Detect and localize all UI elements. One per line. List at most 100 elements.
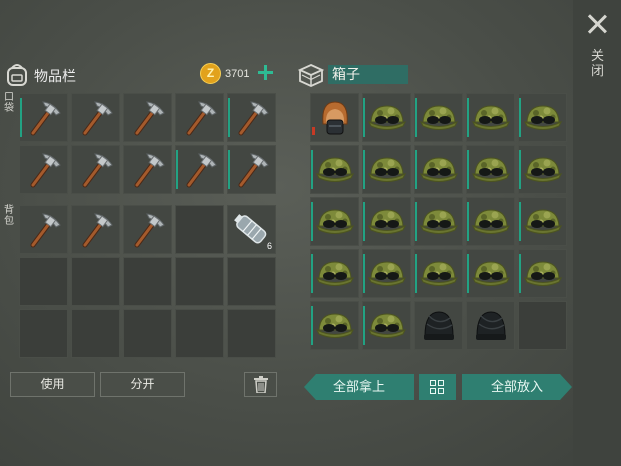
- inventory-title: 物品栏: [34, 68, 76, 84]
- backpack-grid: 6: [19, 205, 276, 358]
- sort-button[interactable]: [419, 374, 456, 400]
- camo-cap-icon: [471, 157, 511, 182]
- pickaxe-icon: [134, 213, 165, 248]
- camo-cap-icon: [523, 105, 563, 130]
- add-coins-button[interactable]: [258, 64, 274, 80]
- backpack-slot[interactable]: [71, 309, 120, 358]
- camo-cap-icon: [315, 313, 355, 338]
- box-slot[interactable]: [518, 145, 567, 194]
- pickaxe-icon: [82, 213, 113, 248]
- trash-icon: [254, 376, 268, 393]
- pocket-slot[interactable]: [123, 93, 172, 142]
- box-slot[interactable]: [310, 93, 359, 142]
- box-slot[interactable]: [466, 145, 515, 194]
- box-slot[interactable]: [362, 145, 411, 194]
- backpack-slot[interactable]: 6: [227, 205, 276, 254]
- camo-cap-icon: [315, 157, 355, 182]
- pocket-slot[interactable]: [71, 145, 120, 194]
- pocket-slot[interactable]: [227, 93, 276, 142]
- backpack-slot[interactable]: [19, 309, 68, 358]
- close-icon[interactable]: [587, 14, 607, 34]
- box-slot[interactable]: [466, 301, 515, 350]
- camo-cap-icon: [419, 105, 459, 130]
- box-slot[interactable]: [518, 301, 567, 350]
- split-button[interactable]: 分开: [100, 372, 185, 397]
- box-slot[interactable]: [310, 301, 359, 350]
- box-header: 箱子: [298, 62, 418, 87]
- box-slot[interactable]: [518, 249, 567, 298]
- box-slot[interactable]: [362, 301, 411, 350]
- pickaxe-icon: [30, 213, 61, 248]
- inventory-header: 物品栏 Z 3701: [6, 62, 278, 86]
- box-slot[interactable]: [414, 197, 463, 246]
- box-slot[interactable]: [518, 197, 567, 246]
- backpack-label: 背包: [4, 205, 14, 227]
- coin-icon: Z: [200, 63, 221, 84]
- backpack-slot[interactable]: [227, 257, 276, 306]
- backpack-slot[interactable]: [123, 257, 172, 306]
- durability-marker: [312, 127, 315, 135]
- pickaxe-icon: [238, 101, 269, 136]
- put-all-button[interactable]: 全部放入: [462, 374, 572, 400]
- pickaxe-icon: [134, 101, 165, 136]
- pocket-slot[interactable]: [175, 145, 224, 194]
- sort-icon: [430, 380, 436, 386]
- camo-cap-icon: [523, 261, 563, 286]
- backpack-slot[interactable]: [175, 205, 224, 254]
- pocket-slot[interactable]: [175, 93, 224, 142]
- coin-balance: 3701: [225, 68, 250, 80]
- pocket-slot[interactable]: [123, 145, 172, 194]
- camo-cap-icon: [367, 105, 407, 130]
- box-slot[interactable]: [362, 197, 411, 246]
- backpack-slot[interactable]: [175, 257, 224, 306]
- box-slot[interactable]: [310, 145, 359, 194]
- backpack-slot[interactable]: [175, 309, 224, 358]
- camo-cap-icon: [367, 157, 407, 182]
- box-slot[interactable]: [414, 93, 463, 142]
- pocket-slot[interactable]: [71, 93, 120, 142]
- pocket-slot[interactable]: [227, 145, 276, 194]
- take-all-button[interactable]: 全部拿上: [304, 374, 414, 400]
- close-label[interactable]: 关闭: [591, 48, 605, 78]
- box-slot[interactable]: [414, 249, 463, 298]
- backpack-slot[interactable]: [71, 205, 120, 254]
- item-count: 6: [266, 241, 272, 251]
- backpack-slot[interactable]: [71, 257, 120, 306]
- backpack-slot[interactable]: [227, 309, 276, 358]
- trash-button[interactable]: [244, 372, 277, 397]
- pockets-grid: [19, 93, 276, 194]
- camo-cap-icon: [419, 209, 459, 234]
- box-slot[interactable]: [362, 93, 411, 142]
- box-slot[interactable]: [466, 197, 515, 246]
- box-slot[interactable]: [310, 249, 359, 298]
- beanie-icon: [424, 311, 454, 340]
- camo-cap-icon: [367, 209, 407, 234]
- box-slot[interactable]: [466, 249, 515, 298]
- camo-cap-icon: [367, 261, 407, 286]
- camo-cap-icon: [419, 261, 459, 286]
- pickaxe-icon: [134, 153, 165, 188]
- camo-cap-icon: [471, 105, 511, 130]
- box-slot[interactable]: [310, 197, 359, 246]
- pickaxe-icon: [30, 153, 61, 188]
- backpack-slot[interactable]: [19, 205, 68, 254]
- camo-cap-icon: [367, 313, 407, 338]
- pickaxe-icon: [238, 153, 269, 188]
- backpack-slot[interactable]: [123, 205, 172, 254]
- helmet-icon: [322, 101, 348, 135]
- camo-cap-icon: [471, 261, 511, 286]
- box-slot[interactable]: [518, 93, 567, 142]
- pocket-slot[interactable]: [19, 93, 68, 142]
- box-slot[interactable]: [414, 145, 463, 194]
- pickaxe-icon: [186, 153, 217, 188]
- box-slot[interactable]: [466, 93, 515, 142]
- box-slot[interactable]: [362, 249, 411, 298]
- backpack-slot[interactable]: [19, 257, 68, 306]
- use-button[interactable]: 使用: [10, 372, 95, 397]
- box-slot[interactable]: [414, 301, 463, 350]
- pickaxe-icon: [30, 101, 61, 136]
- box-title: 箱子: [328, 65, 408, 84]
- pocket-slot[interactable]: [19, 145, 68, 194]
- camo-cap-icon: [315, 209, 355, 234]
- backpack-slot[interactable]: [123, 309, 172, 358]
